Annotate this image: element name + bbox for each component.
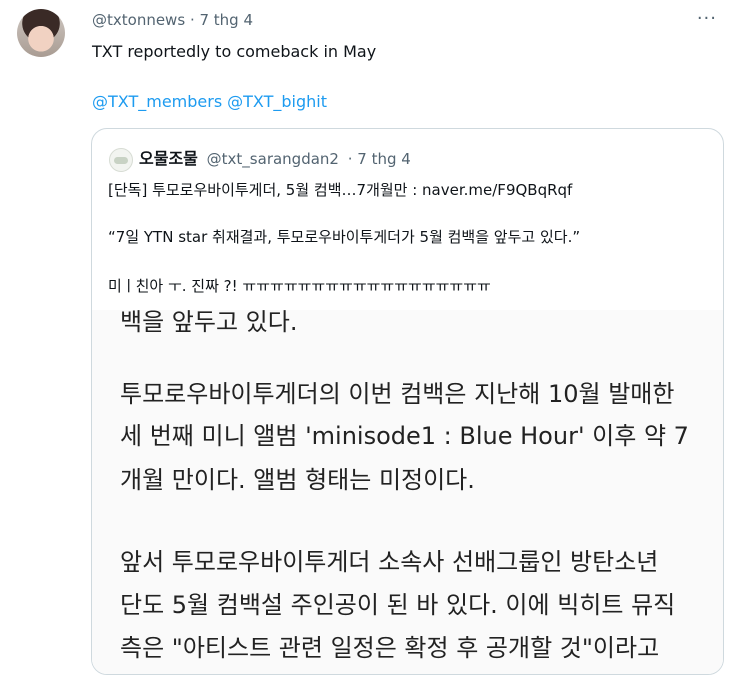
quoted-author-avatar — [109, 148, 133, 172]
mention-link[interactable]: @TXT_members — [92, 92, 222, 111]
image-text-line: 단도 5월 컴백설 주인공이 된 바 있다. 이에 빅히트 뮤직 — [120, 591, 676, 619]
quoted-tweet-header: 오물조물 @txt_sarangdan2 · 7 thg 4 — [139, 145, 411, 169]
quoted-tweet-line: 미ㅣ친아 ㅜ. 진짜 ?! ㅠㅠㅠㅠㅠㅠㅠㅠㅠㅠㅠㅠㅠㅠㅠㅠㅠㅠ — [108, 277, 491, 295]
quoted-tweet-line: [단독] 투모로우바이투게더, 5월 컴백…7개월만 : naver.me/F9… — [108, 181, 573, 199]
tweet-timestamp[interactable]: · 7 thg 4 — [190, 11, 253, 29]
author-handle[interactable]: @txtonnews — [92, 11, 185, 29]
image-text-line: 앞서 투모로우바이투게더 소속사 선배그룹인 방탄소년 — [120, 548, 659, 576]
quoted-author-handle: @txt_sarangdan2 — [206, 150, 339, 168]
more-options-icon[interactable]: ··· — [697, 8, 717, 29]
image-text-line: 세 번째 미니 앨범 'minisode1 : Blue Hour' 이후 약 … — [120, 422, 689, 450]
tweet-text: TXT reportedly to comeback in May — [92, 42, 377, 61]
mention-link[interactable]: @TXT_bighit — [227, 92, 327, 111]
quoted-tweet-image[interactable]: 백을 앞두고 있다. 투모로우바이투게더의 이번 컴백은 지난해 10월 발매한… — [92, 310, 723, 674]
image-text-line: 백을 앞두고 있다. — [120, 310, 298, 336]
image-text-line: 개월 만이다. 앨범 형태는 미정이다. — [120, 466, 475, 494]
author-avatar[interactable] — [17, 9, 65, 57]
quoted-tweet-timestamp: · 7 thg 4 — [347, 150, 411, 168]
image-text-line: 측은 "아티스트 관련 일정은 확정 후 공개할 것"이라고 — [120, 634, 660, 662]
tweet-mentions: @TXT_members @TXT_bighit — [92, 92, 327, 111]
image-text-line: 투모로우바이투게더의 이번 컴백은 지난해 10월 발매한 — [120, 380, 675, 408]
quoted-tweet-line: “7일 YTN star 취재결과, 투모로우바이투게더가 5월 컴백을 앞두고… — [108, 228, 581, 246]
quoted-tweet-card[interactable]: 오물조물 @txt_sarangdan2 · 7 thg 4 [단독] 투모로우… — [91, 128, 724, 675]
quoted-author-name: 오물조물 — [139, 149, 198, 168]
tweet-header: @txtonnews · 7 thg 4 — [92, 11, 253, 29]
